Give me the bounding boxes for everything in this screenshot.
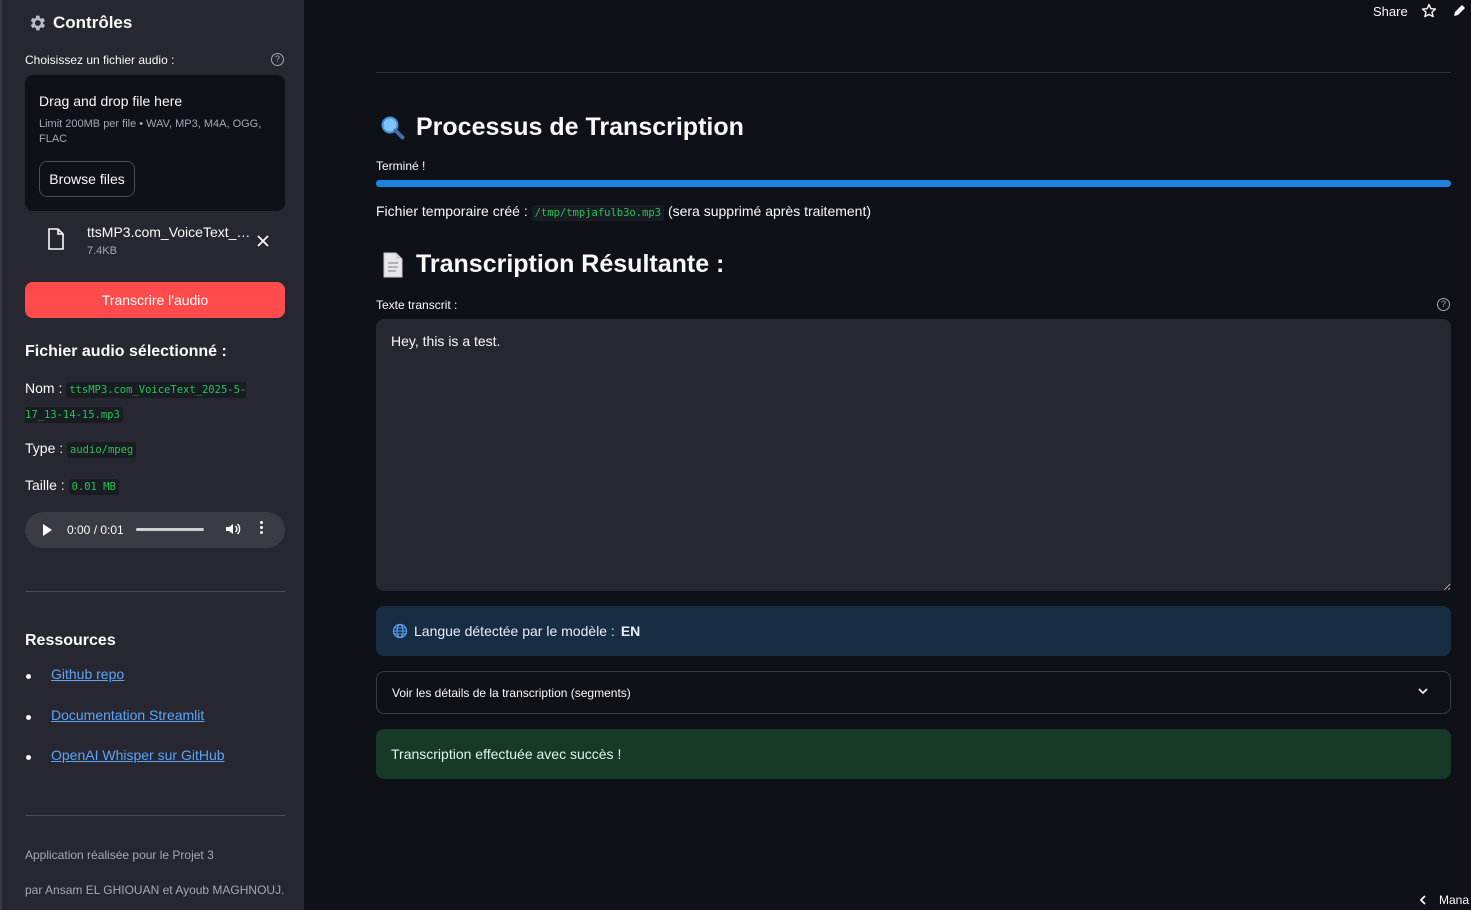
audio-player: 0:00 / 0:01 (25, 512, 285, 548)
name-label: Nom : (25, 380, 63, 396)
progress-bar (376, 180, 1451, 187)
streamlit-docs-link[interactable]: Documentation Streamlit (51, 707, 204, 723)
size-label: Taille : (25, 477, 65, 493)
gear-icon (30, 15, 46, 31)
file-dropzone[interactable]: Drag and drop file here Limit 200MB per … (25, 75, 285, 211)
file-size-line: Taille : 0.01 MB (25, 474, 275, 499)
uploaded-file-size: 7.4KB (87, 245, 117, 257)
resources-heading: Ressources (25, 632, 116, 649)
language-value: EN (620, 623, 641, 639)
temp-suffix: (sera supprimé après traitement) (667, 203, 872, 219)
language-info: Langue détectée par le modèle : EN (376, 606, 1451, 656)
list-item: Github repo (25, 666, 225, 707)
browse-files-button[interactable]: Browse files (39, 161, 135, 197)
audio-seek-bar[interactable] (136, 528, 204, 531)
process-heading: Processus de Transcription (380, 113, 744, 142)
resources-list: Github repo Documentation Streamlit Open… (25, 666, 225, 788)
size-value: 0.01 MB (68, 479, 119, 495)
file-name-line: Nom : ttsMP3.com_VoiceText_2025-5-17_13-… (25, 377, 275, 427)
sidebar: Contrôles Choisissez un fichier audio : … (0, 0, 304, 910)
progress-fill (376, 180, 1451, 187)
help-icon[interactable]: ? (1437, 298, 1450, 311)
star-icon[interactable] (1421, 3, 1437, 19)
temp-path: /tmp/tmpjafulb3o.mp3 (531, 205, 665, 221)
play-icon[interactable] (43, 524, 52, 536)
edit-icon[interactable] (1453, 3, 1467, 17)
language-prefix: Langue détectée par le modèle : (414, 623, 615, 639)
uploader-label: Choisissez un fichier audio : (25, 53, 175, 67)
type-label: Type : (25, 440, 64, 456)
temp-file-line: Fichier temporaire créé : /tmp/tmpjafulb… (376, 203, 872, 221)
chevron-down-icon (1418, 688, 1428, 695)
globe-icon (392, 623, 408, 639)
transcribe-button[interactable]: Transcrire l'audio (25, 282, 285, 318)
footer-project: Application réalisée pour le Projet 3 (25, 848, 214, 862)
volume-icon[interactable] (225, 521, 241, 537)
close-icon[interactable] (256, 234, 270, 248)
divider (25, 815, 285, 816)
progress-label: Terminé ! (376, 159, 426, 173)
list-item: OpenAI Whisper sur GitHub (25, 747, 225, 788)
file-type-line: Type : audio/mpeg (25, 437, 275, 462)
share-button[interactable]: Share (1373, 4, 1408, 19)
uploaded-file-name: ttsMP3.com_VoiceText_2025-5-17_13-14-15.… (87, 224, 253, 240)
uploaded-file: ttsMP3.com_VoiceText_2025-5-17_13-14-15.… (25, 220, 285, 264)
divider (376, 72, 1451, 73)
segments-expander[interactable]: Voir les détails de la transcription (se… (376, 671, 1451, 714)
expander-label: Voir les détails de la transcription (se… (392, 685, 631, 700)
github-repo-link[interactable]: Github repo (51, 666, 124, 682)
more-options-icon[interactable] (260, 521, 264, 536)
transcript-textarea[interactable]: Hey, this is a test. (376, 319, 1451, 591)
dropzone-limit: Limit 200MB per file • WAV, MP3, M4A, OG… (39, 118, 262, 145)
result-heading: Transcription Résultante : (380, 250, 724, 279)
temp-prefix: Fichier temporaire créé : (376, 203, 528, 219)
transcript-label: Texte transcrit : (376, 298, 458, 312)
sidebar-title: Contrôles (27, 13, 132, 33)
audio-time: 0:00 / 0:01 (67, 523, 124, 537)
manage-app-button[interactable]: Mana (1419, 893, 1469, 907)
dropzone-title: Drag and drop file here (39, 93, 183, 109)
selected-file-heading: Fichier audio sélectionné : (25, 343, 227, 360)
sidebar-title-text: Contrôles (53, 13, 133, 32)
whisper-github-link[interactable]: OpenAI Whisper sur GitHub (51, 747, 225, 763)
divider (25, 591, 285, 592)
help-icon[interactable]: ? (271, 53, 284, 66)
chevron-left-icon (1419, 895, 1426, 905)
document-icon (383, 252, 403, 277)
list-item: Documentation Streamlit (25, 707, 225, 748)
result-heading-text: Transcription Résultante : (416, 250, 725, 278)
footer-authors: par Ansam EL GHIOUAN et Ayoub MAGHNOUJ. (25, 883, 285, 897)
success-message: Transcription effectuée avec succès ! (376, 729, 1451, 779)
process-heading-text: Processus de Transcription (416, 113, 744, 141)
type-value: audio/mpeg (67, 442, 137, 458)
file-icon (48, 228, 64, 250)
manage-label: Mana (1439, 893, 1470, 907)
magnifier-icon (381, 116, 405, 139)
